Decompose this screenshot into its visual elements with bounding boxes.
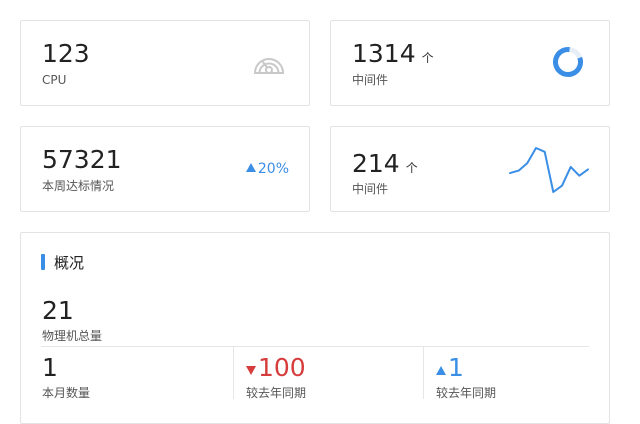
weekly-target-value: 57321 bbox=[42, 145, 122, 174]
middleware-total-value: 1314 bbox=[352, 39, 416, 68]
cpu-value: 123 bbox=[42, 39, 90, 68]
monthly-count-cell: 1 本月数量 bbox=[41, 347, 233, 400]
middleware-trend-value: 214 bbox=[352, 149, 400, 178]
overview-header: 概况 bbox=[41, 253, 85, 272]
weekly-trend: 20% bbox=[245, 161, 289, 177]
middleware-trend-label: 中间件 bbox=[352, 182, 389, 196]
weekly-target-card: 57321 本周达标情况 20% bbox=[20, 126, 310, 212]
physical-total-value: 21 bbox=[42, 296, 74, 325]
yoy-up-value-row: 1 bbox=[436, 353, 464, 383]
yoy-down-value-row: 100 bbox=[246, 353, 306, 383]
cpu-label: CPU bbox=[42, 73, 67, 87]
overview-card: 概况 21 物理机总量 1 本月数量 100 较去年同期 1 较去年同期 bbox=[20, 232, 610, 424]
cpu-card: 123 CPU bbox=[20, 20, 310, 106]
weekly-trend-value: 20% bbox=[257, 161, 289, 177]
middleware-total-card: 1314 个 中间件 bbox=[330, 20, 610, 106]
middleware-total-label: 中间件 bbox=[352, 73, 389, 87]
trend-up-icon bbox=[436, 366, 446, 375]
yoy-up-label: 较去年同期 bbox=[436, 386, 497, 400]
yoy-down-label: 较去年同期 bbox=[246, 386, 307, 400]
middleware-trend-card: 214 个 中间件 bbox=[330, 126, 610, 212]
weekly-target-label: 本周达标情况 bbox=[42, 179, 115, 193]
yoy-up-cell: 1 较去年同期 bbox=[423, 347, 592, 400]
monthly-count-value: 1 bbox=[42, 353, 58, 382]
gauge-icon bbox=[251, 45, 287, 81]
middleware-trend-unit: 个 bbox=[405, 161, 418, 175]
physical-total-label: 物理机总量 bbox=[42, 329, 103, 343]
overview-accent-bar bbox=[41, 254, 45, 270]
yoy-down-cell: 100 较去年同期 bbox=[233, 347, 424, 400]
middleware-total-unit: 个 bbox=[421, 51, 434, 65]
overview-title: 概况 bbox=[54, 253, 85, 272]
yoy-down-value: 100 bbox=[258, 353, 306, 382]
trend-down-icon bbox=[246, 366, 256, 375]
donut-progress-icon bbox=[551, 45, 585, 79]
yoy-up-value: 1 bbox=[448, 353, 464, 382]
monthly-count-label: 本月数量 bbox=[42, 386, 91, 400]
sparkline-chart bbox=[507, 145, 591, 195]
middleware-total-value-row: 1314 个 bbox=[352, 39, 434, 73]
donut-progress-arc bbox=[553, 47, 583, 77]
trend-up-icon bbox=[245, 163, 256, 172]
sparkline-line bbox=[509, 147, 589, 193]
middleware-trend-value-row: 214 个 bbox=[352, 149, 418, 183]
